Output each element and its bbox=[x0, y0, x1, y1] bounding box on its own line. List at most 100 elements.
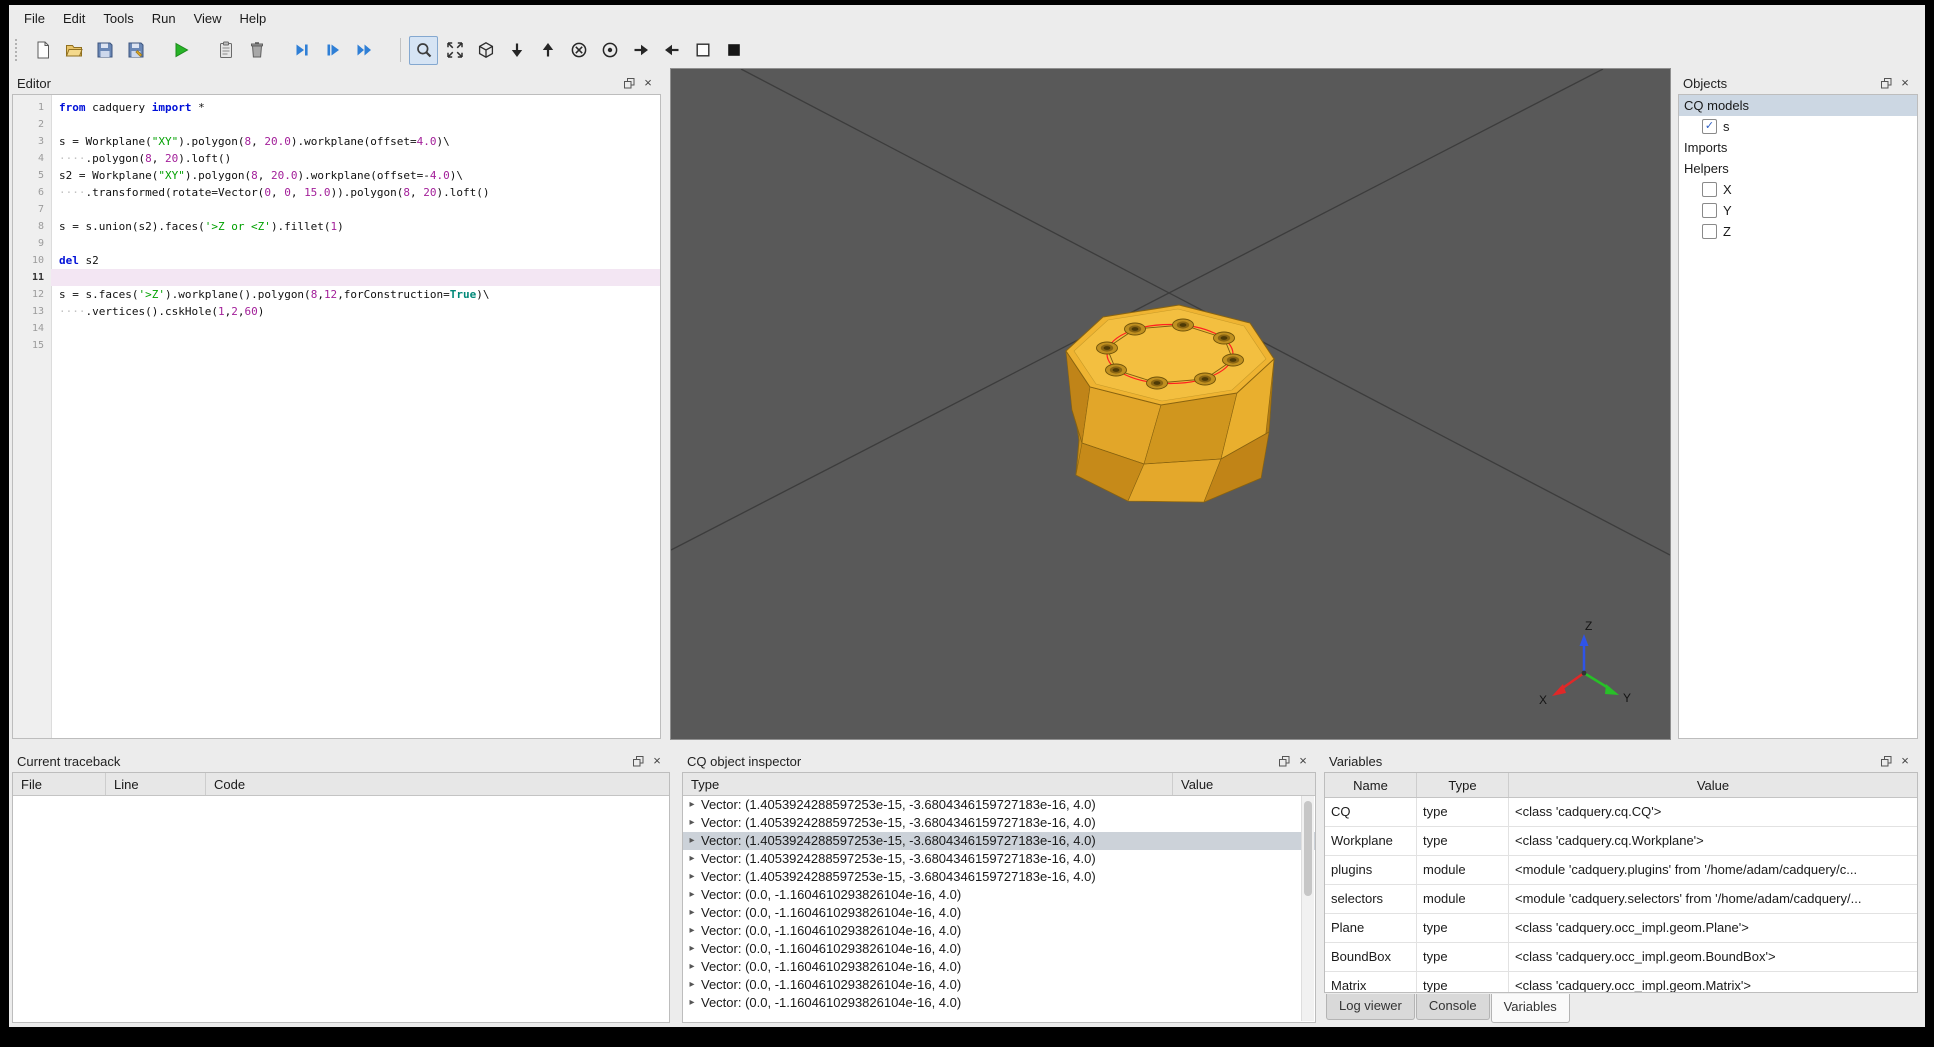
debug-step-in-button[interactable] bbox=[318, 36, 347, 65]
delete-button[interactable] bbox=[242, 36, 271, 65]
menu-tools[interactable]: Tools bbox=[94, 7, 142, 30]
new-file-button[interactable] bbox=[28, 36, 57, 65]
variable-row[interactable]: BoundBox type <class 'cadquery.occ_impl.ge… bbox=[1325, 943, 1917, 972]
view-right-button[interactable] bbox=[626, 36, 655, 65]
viewport-3d[interactable]: Z X Y bbox=[670, 68, 1671, 740]
tab-log-viewer[interactable]: Log viewer bbox=[1326, 994, 1415, 1020]
column-header-value[interactable]: Value bbox=[1509, 773, 1917, 797]
paste-button[interactable] bbox=[211, 36, 240, 65]
expand-icon[interactable]: ▸ bbox=[683, 994, 701, 1012]
column-header-type[interactable]: Type bbox=[1417, 773, 1509, 797]
tree-item-z[interactable]: Z bbox=[1679, 221, 1917, 242]
undock-button[interactable] bbox=[621, 75, 637, 91]
undock-button[interactable] bbox=[1276, 753, 1292, 769]
code-line[interactable]: 1 from cadquery import * bbox=[13, 99, 660, 116]
tree-item-x[interactable]: X bbox=[1679, 179, 1917, 200]
variable-row[interactable]: Workplane type <class 'cadquery.cq.Workpla… bbox=[1325, 827, 1917, 856]
inspector-row[interactable]: ▸ Vector: (1.4053924288597253e-15, -3.680… bbox=[683, 814, 1315, 832]
inspector-row[interactable]: ▸ Vector: (0.0, -1.1604610293826104e-16, … bbox=[683, 904, 1315, 922]
tab-console[interactable]: Console bbox=[1415, 994, 1490, 1020]
fit-view-button[interactable] bbox=[440, 36, 469, 65]
tree-item-cq-models[interactable]: CQ models bbox=[1679, 95, 1917, 116]
code-line[interactable]: 3 s = Workplane("XY").polygon(8, 20.0).wo… bbox=[13, 133, 660, 150]
close-panel-button[interactable]: × bbox=[640, 75, 656, 91]
column-header-type[interactable]: Type bbox=[683, 773, 1173, 795]
save-button[interactable] bbox=[90, 36, 119, 65]
close-panel-button[interactable]: × bbox=[1897, 753, 1913, 769]
checkbox-unchecked[interactable] bbox=[1702, 224, 1717, 239]
tree-item-s[interactable]: ✓ s bbox=[1679, 116, 1917, 137]
scrollbar-thumb[interactable] bbox=[1304, 801, 1312, 896]
debug-step-button[interactable] bbox=[287, 36, 316, 65]
column-header-file[interactable]: File bbox=[13, 773, 106, 795]
variable-row[interactable]: plugins module <module 'cadquery.plugins' … bbox=[1325, 856, 1917, 885]
inspector-row[interactable]: ▸ Vector: (0.0, -1.1604610293826104e-16, … bbox=[683, 922, 1315, 940]
code-line[interactable]: 9 bbox=[13, 235, 660, 252]
expand-icon[interactable]: ▸ bbox=[683, 958, 701, 976]
expand-icon[interactable]: ▸ bbox=[683, 850, 701, 868]
code-line[interactable]: 11 bbox=[13, 269, 660, 286]
undock-button[interactable] bbox=[1878, 753, 1894, 769]
undock-button[interactable] bbox=[630, 753, 646, 769]
code-line[interactable]: 8 s = s.union(s2).faces('>Z or <Z').fille… bbox=[13, 218, 660, 235]
inspector-row[interactable]: ▸ Vector: (1.4053924288597253e-15, -3.680… bbox=[683, 796, 1315, 814]
close-panel-button[interactable]: × bbox=[649, 753, 665, 769]
code-line[interactable]: 14 bbox=[13, 320, 660, 337]
save-as-button[interactable] bbox=[121, 36, 150, 65]
column-header-name[interactable]: Name bbox=[1325, 773, 1417, 797]
inspector-row[interactable]: ▸ Vector: (0.0, -1.1604610293826104e-16, … bbox=[683, 994, 1315, 1012]
iso-view-button[interactable] bbox=[471, 36, 500, 65]
inspector-row[interactable]: ▸ Vector: (1.4053924288597253e-15, -3.680… bbox=[683, 850, 1315, 868]
checkbox-unchecked[interactable] bbox=[1702, 203, 1717, 218]
view-front-button[interactable] bbox=[564, 36, 593, 65]
cad-model[interactable] bbox=[1065, 304, 1275, 503]
code-line[interactable]: 7 bbox=[13, 201, 660, 218]
code-line[interactable]: 15 bbox=[13, 337, 660, 354]
expand-icon[interactable]: ▸ bbox=[683, 832, 701, 850]
menu-help[interactable]: Help bbox=[231, 7, 276, 30]
wireframe-button[interactable] bbox=[688, 36, 717, 65]
tree-item-y[interactable]: Y bbox=[1679, 200, 1917, 221]
editor-code[interactable]: 1 from cadquery import * 2 3 s = Workplane("… bbox=[13, 95, 660, 738]
inspector-row[interactable]: ▸ Vector: (1.4053924288597253e-15, -3.680… bbox=[683, 868, 1315, 886]
view-bottom-button[interactable] bbox=[502, 36, 531, 65]
close-panel-button[interactable]: × bbox=[1897, 75, 1913, 91]
view-back-button[interactable] bbox=[595, 36, 624, 65]
toolbar-drag-handle[interactable] bbox=[15, 39, 21, 61]
menu-run[interactable]: Run bbox=[143, 7, 185, 30]
code-line[interactable]: 6 ····.transformed(rotate=Vector(0, 0, 15… bbox=[13, 184, 660, 201]
code-line[interactable]: 12 s = s.faces('>Z').workplane().polygon(… bbox=[13, 286, 660, 303]
code-line[interactable]: 13 ····.vertices().cskHole(1,2,60) bbox=[13, 303, 660, 320]
debug-continue-button[interactable] bbox=[349, 36, 378, 65]
expand-icon[interactable]: ▸ bbox=[683, 796, 701, 814]
expand-icon[interactable]: ▸ bbox=[683, 940, 701, 958]
inspector-row[interactable]: ▸ Vector: (0.0, -1.1604610293826104e-16, … bbox=[683, 940, 1315, 958]
expand-icon[interactable]: ▸ bbox=[683, 904, 701, 922]
variable-row[interactable]: CQ type <class 'cadquery.cq.CQ'> bbox=[1325, 798, 1917, 827]
column-header-value[interactable]: Value bbox=[1173, 773, 1315, 795]
column-header-code[interactable]: Code bbox=[206, 773, 669, 795]
inspector-row[interactable]: ▸ Vector: (0.0, -1.1604610293826104e-16, … bbox=[683, 958, 1315, 976]
variable-row[interactable]: Plane type <class 'cadquery.occ_impl.geom.… bbox=[1325, 914, 1917, 943]
expand-icon[interactable]: ▸ bbox=[683, 868, 701, 886]
open-button[interactable] bbox=[59, 36, 88, 65]
code-line[interactable]: 5 s2 = Workplane("XY").polygon(8, 20.0).w… bbox=[13, 167, 660, 184]
inspector-scrollbar[interactable] bbox=[1301, 796, 1314, 1021]
checkbox-unchecked[interactable] bbox=[1702, 182, 1717, 197]
column-header-line[interactable]: Line bbox=[106, 773, 206, 795]
inspector-row[interactable]: ▸ Vector: (0.0, -1.1604610293826104e-16, … bbox=[683, 976, 1315, 994]
tab-variables[interactable]: Variables bbox=[1490, 994, 1570, 1023]
expand-icon[interactable]: ▸ bbox=[683, 976, 701, 994]
zoom-button[interactable] bbox=[409, 35, 438, 65]
menu-edit[interactable]: Edit bbox=[54, 7, 94, 30]
view-left-button[interactable] bbox=[657, 36, 686, 65]
undock-button[interactable] bbox=[1878, 75, 1894, 91]
tree-item-imports[interactable]: Imports bbox=[1679, 137, 1917, 158]
close-panel-button[interactable]: × bbox=[1295, 753, 1311, 769]
expand-icon[interactable]: ▸ bbox=[683, 922, 701, 940]
inspector-row[interactable]: ▸ Vector: (0.0, -1.1604610293826104e-16, … bbox=[683, 886, 1315, 904]
variable-row[interactable]: Matrix type <class 'cadquery.occ_impl.geom… bbox=[1325, 972, 1917, 992]
expand-icon[interactable]: ▸ bbox=[683, 886, 701, 904]
shaded-button[interactable] bbox=[719, 36, 748, 65]
checkbox-checked[interactable]: ✓ bbox=[1702, 119, 1717, 134]
